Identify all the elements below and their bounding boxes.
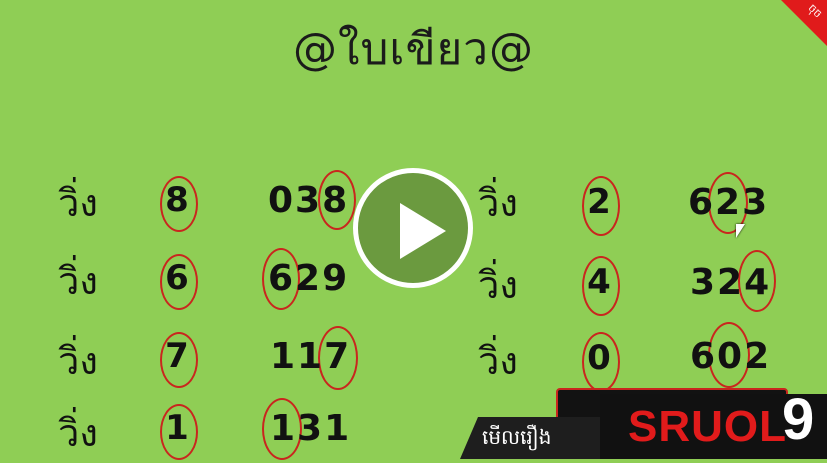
video-thumbnail[interactable]: @ใบเขียว@ ចុច วิ่ง 8 038 วิ่ง 6 629 วิ่ง…: [0, 0, 827, 460]
play-button[interactable]: [353, 168, 473, 288]
row-label: วิ่ง: [58, 181, 98, 225]
row-digit: 0: [587, 338, 611, 378]
watch-label[interactable]: មើលរឿង: [482, 424, 551, 454]
mouse-cursor-icon: [736, 224, 745, 238]
brand-logo-number: 9: [782, 387, 815, 452]
row-digit: 4: [587, 262, 611, 302]
row-number: 038: [268, 180, 350, 221]
row-label: วิ่ง: [58, 259, 98, 303]
brand-logo-text: SRUOL: [628, 402, 787, 451]
row-label: วิ่ง: [478, 339, 518, 383]
row-number: 324: [690, 262, 772, 303]
row-number: 602: [690, 336, 772, 377]
row-digit: 7: [165, 336, 189, 376]
row-number: 629: [268, 258, 350, 299]
row-label: วิ่ง: [478, 181, 518, 225]
row-number: 117: [270, 336, 352, 377]
row-digit: 1: [165, 408, 189, 448]
play-icon: [400, 203, 446, 259]
row-number: 623: [688, 182, 770, 223]
row-digit: 6: [165, 258, 189, 298]
row-digit: 8: [165, 180, 189, 220]
title-text: @ใบเขียว@: [292, 24, 535, 75]
row-label: วิ่ง: [478, 263, 518, 307]
row-digit: 2: [587, 182, 611, 222]
row-label: วิ่ง: [58, 411, 98, 455]
row-label: วิ่ง: [58, 339, 98, 383]
row-number: 131: [270, 408, 352, 449]
